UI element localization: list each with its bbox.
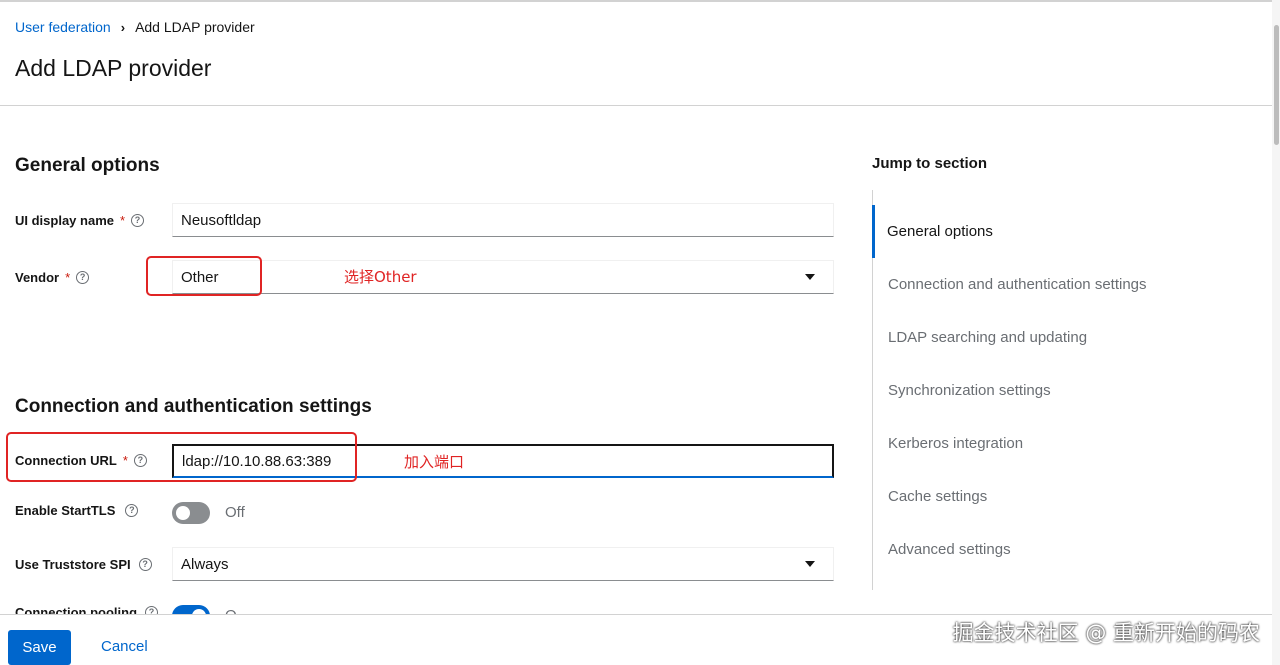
annotation-text-vendor: 选择Other [344,268,417,286]
section-title-connection: Connection and authentication settings [15,396,372,417]
enable-starttls-label: Enable StartTLS ? [15,503,139,518]
ui-display-name-label: UI display name * ? [15,213,145,228]
annotation-box-vendor [146,256,262,296]
enable-starttls-toggle[interactable] [172,502,210,524]
use-truststore-spi-value: Always [181,555,229,573]
scrollbar-thumb[interactable] [1274,25,1279,145]
help-icon[interactable]: ? [76,271,90,284]
vendor-label: Vendor * ? [15,270,90,285]
ui-display-name-label-text: UI display name [15,213,114,228]
help-icon[interactable]: ? [125,504,139,517]
enable-starttls-label-text: Enable StartTLS [15,503,116,518]
breadcrumb-current: Add LDAP provider [135,19,255,35]
breadcrumb: User federation › Add LDAP provider [15,19,255,35]
annotation-text-connection-url: 加入端口 [404,453,465,471]
jump-item-connection-authentication[interactable]: Connection and authentication settings [873,258,1253,311]
jump-item-kerberos[interactable]: Kerberos integration [873,417,1253,470]
use-truststore-spi-label-text: Use Truststore SPI [15,557,131,572]
jump-to-section-title: Jump to section [872,155,988,172]
top-border [0,0,1280,2]
jump-item-synchronization[interactable]: Synchronization settings [873,364,1253,417]
header-divider [0,105,1272,106]
vendor-select[interactable]: Other [172,260,834,294]
page-title: Add LDAP provider [15,55,212,81]
enable-starttls-state: Off [225,504,245,521]
vendor-label-text: Vendor [15,270,60,285]
help-icon[interactable]: ? [131,214,145,227]
jump-item-advanced-settings[interactable]: Advanced settings [873,523,1253,576]
help-icon[interactable]: ? [138,558,152,571]
jump-to-section-nav: General options Connection and authentic… [872,190,1262,590]
toggle-knob [176,506,190,520]
annotation-box-connection-url [6,432,357,482]
chevron-right-icon: › [120,19,126,35]
jump-item-cache-settings[interactable]: Cache settings [873,470,1253,523]
use-truststore-spi-label: Use Truststore SPI ? [15,557,152,572]
breadcrumb-user-federation-link[interactable]: User federation [15,19,111,35]
save-button[interactable]: Save [8,630,71,665]
cancel-button[interactable]: Cancel [101,638,148,655]
required-marker: * [65,270,71,285]
jump-item-ldap-searching[interactable]: LDAP searching and updating [873,311,1253,364]
caret-down-icon [805,274,815,280]
page-scrollbar[interactable] [1272,0,1280,665]
use-truststore-spi-select[interactable]: Always [172,547,834,581]
section-title-general: General options [15,155,160,176]
caret-down-icon [805,561,815,567]
ui-display-name-input[interactable]: Neusoftldap [172,203,834,237]
ui-display-name-value: Neusoftldap [181,211,262,229]
jump-item-general-options[interactable]: General options [872,205,1252,258]
watermark-text: 掘金技术社区 @ 重新开始的码农 [952,621,1260,645]
required-marker: * [119,213,126,228]
